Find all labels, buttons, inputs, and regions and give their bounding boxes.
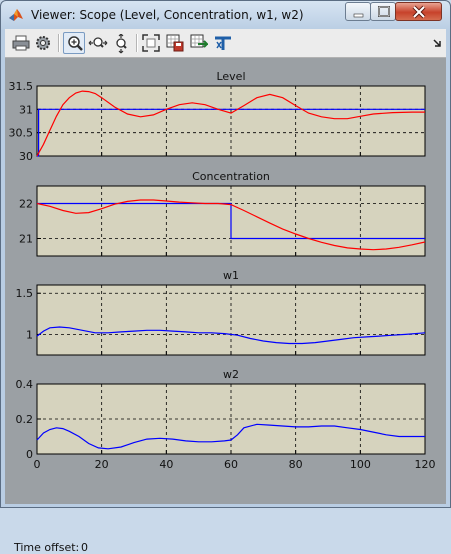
save-axes-settings-icon	[166, 34, 184, 52]
dock-arrow-icon	[433, 39, 441, 47]
scope-window: Viewer: Scope (Level, Concentration, w1,…	[0, 0, 451, 554]
x-tick-label: 120	[415, 458, 436, 471]
y-tick-label: 0.4	[16, 378, 34, 391]
floating-scope-button[interactable]	[212, 32, 234, 54]
title-bar[interactable]: Viewer: Scope (Level, Concentration, w1,…	[1, 1, 450, 29]
axes-w1: w1 1 1.5	[16, 269, 426, 356]
y-tick-label: 0	[26, 448, 33, 461]
y-tick-label: 30.5	[9, 127, 34, 140]
maximize-button[interactable]	[370, 2, 396, 21]
x-tick-label: 20	[95, 458, 109, 471]
plot-title: Level	[216, 70, 245, 83]
toolbar-separator	[58, 34, 60, 52]
axes-level: Level 30 30.5 31 31.5	[9, 70, 426, 163]
toolbar-separator	[136, 34, 138, 52]
scope-figure: Level 30 30.5 31 31.5 Concentration 21 22 w1 1 1.5…	[5, 58, 446, 554]
y-tick-label: 31	[19, 103, 33, 116]
plot-title: w1	[223, 269, 239, 282]
zoom-in-icon	[68, 36, 83, 51]
parameters-icon	[36, 36, 50, 50]
autoscale-icon	[142, 34, 160, 52]
y-tick-label: 22	[19, 198, 33, 211]
print-button[interactable]	[10, 32, 32, 54]
y-tick-label: 21	[19, 233, 33, 246]
x-tick-label: 40	[159, 458, 173, 471]
scope-plots: Level 30 30.5 31 31.5 Concentration 21 22 w1 1 1.5…	[9, 70, 436, 471]
close-icon	[412, 5, 426, 19]
zoom-x-button[interactable]	[86, 32, 108, 54]
plot-area	[36, 284, 426, 356]
dock-button[interactable]	[426, 32, 448, 54]
close-button[interactable]	[395, 2, 442, 21]
time-offset-label: Time offset:	[14, 541, 80, 554]
toolbar	[5, 29, 446, 58]
zoom-in-button[interactable]	[63, 32, 85, 54]
parameters-button[interactable]	[32, 32, 54, 54]
y-tick-label: 0.2	[16, 413, 34, 426]
x-tick-label: 60	[224, 458, 238, 471]
time-offset-value: 0	[81, 541, 88, 554]
zoom-y-button[interactable]	[110, 32, 132, 54]
restore-axes-settings-icon	[190, 34, 208, 48]
print-icon	[12, 35, 30, 51]
x-tick-label: 80	[289, 458, 303, 471]
minimize-button[interactable]	[345, 2, 371, 21]
floating-scope-icon	[215, 36, 231, 50]
maximize-icon	[378, 6, 390, 17]
plot-area	[36, 85, 426, 157]
autoscale-button[interactable]	[140, 32, 162, 54]
minimize-icon	[353, 13, 364, 18]
zoom-x-icon	[88, 37, 108, 48]
save-axes-settings-button[interactable]	[164, 32, 186, 54]
plot-title: w2	[223, 368, 239, 381]
axes-concentration: Concentration 21 22	[19, 170, 426, 257]
y-tick-label: 30	[19, 150, 33, 163]
zoom-y-icon	[116, 34, 127, 54]
restore-axes-settings-button[interactable]	[188, 32, 210, 54]
y-tick-label: 1.5	[16, 287, 34, 300]
x-tick-label: 0	[34, 458, 41, 471]
matlab-app-icon	[9, 9, 23, 21]
window-title: Viewer: Scope (Level, Concentration, w1,…	[31, 8, 304, 22]
y-tick-label: 1	[26, 328, 33, 341]
plot-title: Concentration	[192, 170, 270, 183]
axes-w2: w2 0 0.2 0.4 0 20 40 60 80 100 120	[16, 368, 436, 471]
x-tick-label: 100	[350, 458, 371, 471]
y-tick-label: 31.5	[9, 80, 34, 93]
